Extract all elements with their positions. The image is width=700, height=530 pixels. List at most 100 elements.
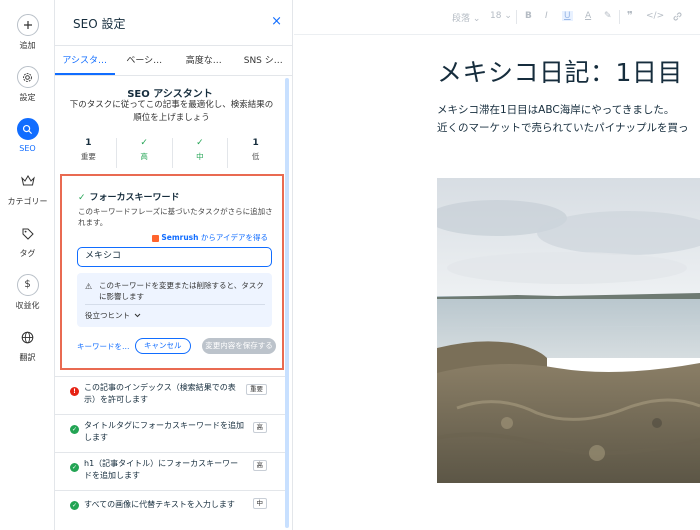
save-changes-button[interactable]: 変更内容を保存する: [202, 338, 276, 354]
check-circle-icon: ✓: [70, 501, 79, 510]
semrush-link-text: からアイデアを得る: [200, 233, 268, 242]
paragraph-style-label: 段落: [452, 14, 471, 24]
check-icon: ✓: [196, 138, 204, 148]
focus-keyword-card: ✓ フォーカスキーワード このキーワードフレーズに基づいたタスクがさらに追加されま…: [60, 174, 284, 370]
semrush-link[interactable]: Semrush からアイデアを得る: [152, 232, 268, 243]
font-size-label: 18: [490, 11, 502, 21]
error-icon: !: [70, 387, 79, 396]
italic-icon[interactable]: I: [545, 11, 548, 21]
underline-icon[interactable]: U: [562, 11, 573, 21]
chevron-down-icon: [135, 313, 141, 318]
panel-scrollbar[interactable]: [285, 78, 289, 528]
task-text: この記事のインデックス（検索結果での表示）を許可します: [84, 383, 236, 404]
left-rail: 追加 設定 SEO カテゴリー タグ $ 収益化 翻訳: [0, 0, 55, 530]
rail-item-settings[interactable]: 設定: [0, 66, 55, 103]
editor-toolbar: 段落 ⌄ 18 ⌄ B I U A ✎ ❞ </>: [294, 0, 700, 35]
task-text: タイトルタグにフォーカスキーワードを追加します: [84, 421, 244, 442]
assistant-description: 下のタスクに従ってこの記事を最適化し、検索結果の順位を上げましょう: [69, 100, 274, 123]
rail-label-settings: 設定: [19, 93, 36, 102]
font-size-select[interactable]: 18 ⌄: [490, 11, 512, 21]
rail-label-monetize: 収益化: [15, 301, 40, 310]
globe-icon: [16, 326, 39, 348]
priority-badge: 高: [252, 422, 267, 433]
close-icon[interactable]: ×: [271, 14, 282, 29]
link-icon[interactable]: [672, 11, 683, 25]
task-text: すべての画像に代替テキストを入力します: [84, 500, 235, 509]
count-medium-label: 中: [196, 152, 204, 161]
count-high-label: 高: [140, 152, 148, 161]
paragraph-style-select[interactable]: 段落 ⌄: [452, 11, 480, 24]
rail-item-categories[interactable]: カテゴリー: [0, 170, 55, 207]
rail-item-translate[interactable]: 翻訳: [0, 326, 55, 363]
rail-label-seo: SEO: [19, 144, 36, 153]
semrush-brand: Semrush: [161, 233, 199, 242]
search-icon: [16, 118, 39, 140]
panel-header: SEO 設定 ×: [55, 0, 292, 46]
gear-icon: [16, 66, 39, 88]
paragraph-line: 近くのマーケットで売られていたパイナップルを買っ: [437, 122, 689, 134]
divider: [516, 10, 517, 24]
tab-social[interactable]: SNS シ…: [234, 46, 294, 75]
count-low: 1 低: [228, 138, 283, 168]
count-low-label: 低: [251, 152, 260, 161]
rail-item-seo[interactable]: SEO: [0, 118, 55, 153]
task-item[interactable]: ✓ タイトルタグにフォーカスキーワードを追加します 高: [55, 414, 285, 445]
semrush-icon: [152, 234, 160, 242]
code-icon[interactable]: </>: [646, 11, 664, 21]
rail-label-translate: 翻訳: [19, 353, 36, 362]
tab-advanced[interactable]: 高度な…: [174, 46, 234, 75]
focus-keyword-input[interactable]: メキシコ: [77, 247, 272, 267]
plus-icon: [16, 14, 39, 36]
rail-label-add: 追加: [19, 41, 36, 50]
rail-label-categories: カテゴリー: [7, 197, 48, 206]
count-low-value: 1: [252, 138, 259, 148]
tab-assistant[interactable]: アシスタ…: [55, 46, 115, 75]
check-circle-icon: ✓: [70, 425, 79, 434]
task-item[interactable]: ! この記事のインデックス（検索結果での表示）を許可します 重要: [55, 376, 285, 407]
assistant-title: SEO アシスタント: [127, 89, 213, 100]
focus-keyword-description: このキーワードフレーズに基づいたタスクがさらに追加されます。: [78, 207, 273, 227]
priority-badge: 重要: [246, 384, 267, 395]
dollar-icon: $: [16, 274, 39, 296]
focus-keyword-heading: ✓ フォーカスキーワード: [78, 190, 180, 203]
post-paragraph[interactable]: メキシコ滞在1日目はABC海岸にやってきました。 近くのマーケットで売られていた…: [437, 101, 700, 137]
seo-settings-panel: SEO 設定 × アシスタ… ベーシ… 高度な… SNS シ… SEO アシスタ…: [55, 0, 293, 530]
quote-icon[interactable]: ❞: [627, 9, 633, 22]
paragraph-line: メキシコ滞在1日目はABC海岸にやってきました。: [437, 104, 675, 116]
priority-badge: 高: [252, 460, 267, 471]
task-item[interactable]: ✓ すべての画像に代替テキストを入力します 中: [55, 490, 285, 521]
divider: [85, 304, 265, 305]
focus-keyword-title: フォーカスキーワード: [89, 193, 180, 203]
task-summary: 1 重要 ✓ 高 ✓ 中 1 低: [61, 138, 283, 168]
check-circle-icon: ✓: [70, 463, 79, 472]
highlight-icon[interactable]: ✎: [604, 11, 612, 21]
crown-icon: [16, 170, 39, 192]
rail-item-tags[interactable]: タグ: [0, 222, 55, 259]
count-critical: 1 重要: [61, 138, 117, 168]
panel-tabs: アシスタ… ベーシ… 高度な… SNS シ…: [55, 46, 293, 76]
warning-icon: ⚠: [85, 282, 93, 291]
bold-icon[interactable]: B: [525, 11, 532, 21]
post-title[interactable]: メキシコ日記：1日目: [437, 53, 683, 89]
check-icon: ✓: [78, 193, 86, 203]
chevron-down-icon: ⌄: [504, 11, 512, 21]
task-item[interactable]: ✓ h1（記事タイトル）にフォーカスキーワードを追加します 高: [55, 452, 285, 483]
keyword-notice: ⚠ このキーワードを変更または削除すると、タスクに影響します 役立つヒント: [77, 273, 272, 327]
cancel-button[interactable]: キャンセル: [135, 338, 191, 354]
helpful-tips-toggle[interactable]: 役立つヒント: [85, 310, 141, 321]
chevron-down-icon: ⌄: [472, 14, 481, 24]
divider: [619, 10, 620, 24]
task-text: h1（記事タイトル）にフォーカスキーワードを追加します: [84, 459, 239, 480]
rail-item-monetize[interactable]: $ 収益化: [0, 274, 55, 311]
post-image[interactable]: [437, 178, 700, 483]
rail-item-add[interactable]: 追加: [0, 14, 55, 51]
count-high: ✓ 高: [117, 138, 173, 168]
panel-title: SEO 設定: [73, 17, 126, 31]
priority-badge: 中: [252, 498, 267, 509]
text-color-icon[interactable]: A: [585, 11, 591, 21]
tag-icon: [16, 222, 39, 244]
keyword-link[interactable]: キーワードを…: [77, 341, 130, 352]
notice-text: このキーワードを変更または削除すると、タスクに影響します: [99, 281, 264, 301]
count-critical-value: 1: [85, 138, 92, 148]
tab-basic[interactable]: ベーシ…: [115, 46, 175, 75]
